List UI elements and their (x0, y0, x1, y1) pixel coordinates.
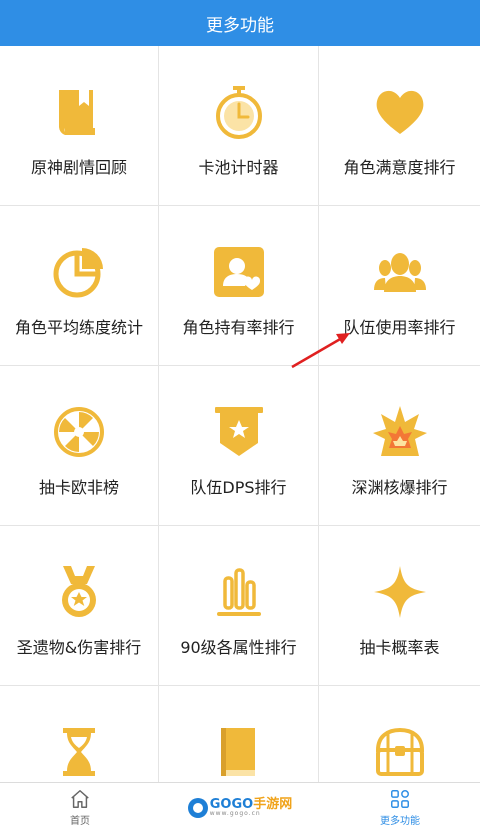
feature-treasure[interactable] (319, 686, 480, 782)
feature-label: 角色平均练度统计 (14, 318, 143, 337)
tab-home-label: 首页 (70, 816, 90, 827)
feature-gacha-luck[interactable]: 抽卡欧非榜 (0, 366, 159, 526)
tab-more-label: 更多功能 (380, 816, 420, 827)
feature-label: 队伍DPS排行 (190, 478, 287, 497)
home-icon (71, 790, 89, 808)
feature-artifact-damage[interactable]: 圣遗物&伤害排行 (0, 526, 159, 686)
tab-home[interactable]: 首页 (0, 783, 160, 832)
sparkle-icon (372, 564, 428, 620)
grid-icon (391, 790, 409, 808)
feature-label: 角色持有率排行 (182, 318, 295, 337)
feature-team-usage[interactable]: 队伍使用率排行 (319, 206, 480, 366)
feature-label: 抽卡欧非榜 (38, 478, 119, 497)
feature-banner-timer[interactable]: 卡池计时器 (159, 46, 319, 206)
bar-chart-icon (211, 564, 267, 620)
feature-ownership-rate[interactable]: 角色持有率排行 (159, 206, 319, 366)
logo-text-sub: www.gogo.cn (209, 810, 261, 817)
feature-label: 卡池计时器 (198, 158, 279, 177)
feature-grid: 原神剧情回顾 卡池计时器 角色满意度排行 角色平均练度统计 角色持有率排行 队伍… (0, 46, 480, 782)
feature-abyss-burst[interactable]: 深渊核爆排行 (319, 366, 480, 526)
feature-label: 角色满意度排行 (343, 158, 456, 177)
explosion-icon (372, 404, 428, 460)
feature-hourglass[interactable] (0, 686, 159, 782)
gogo-logo: GOGO手游网 www.gogo.cn (160, 783, 320, 832)
tab-more-features[interactable]: 更多功能 (320, 783, 480, 832)
bottom-tab-bar: 首页 GOGO手游网 www.gogo.cn 更多功能 (0, 782, 480, 832)
medal-icon (51, 564, 107, 620)
feature-label: 抽卡概率表 (359, 638, 440, 657)
wheel-icon (51, 404, 107, 460)
feature-gacha-probability[interactable]: 抽卡概率表 (319, 526, 480, 686)
closed-book-icon (211, 724, 267, 780)
treasure-chest-icon (372, 724, 428, 780)
feature-label: 原神剧情回顾 (30, 158, 127, 177)
feature-character-satisfaction[interactable]: 角色满意度排行 (319, 46, 480, 206)
feature-handbook[interactable] (159, 686, 319, 782)
group-icon (372, 244, 428, 300)
feature-team-dps[interactable]: 队伍DPS排行 (159, 366, 319, 526)
feature-label: 圣遗物&伤害排行 (16, 638, 142, 657)
feature-story-review[interactable]: 原神剧情回顾 (0, 46, 159, 206)
heart-icon (372, 84, 428, 140)
feature-average-level[interactable]: 角色平均练度统计 (0, 206, 159, 366)
pie-chart-icon (51, 244, 107, 300)
book-icon (51, 84, 107, 140)
page-title: 更多功能 (206, 15, 274, 36)
logo-mark-icon (187, 797, 208, 818)
feature-label: 90级各属性排行 (180, 638, 297, 657)
star-banner-icon (211, 404, 267, 460)
feature-label: 深渊核爆排行 (351, 478, 448, 497)
page-header: 更多功能 (0, 0, 480, 46)
feature-label: 队伍使用率排行 (343, 318, 456, 337)
feature-level90-stats[interactable]: 90级各属性排行 (159, 526, 319, 686)
hourglass-icon (51, 724, 107, 780)
stopwatch-icon (211, 84, 267, 140)
user-heart-icon (211, 244, 267, 300)
